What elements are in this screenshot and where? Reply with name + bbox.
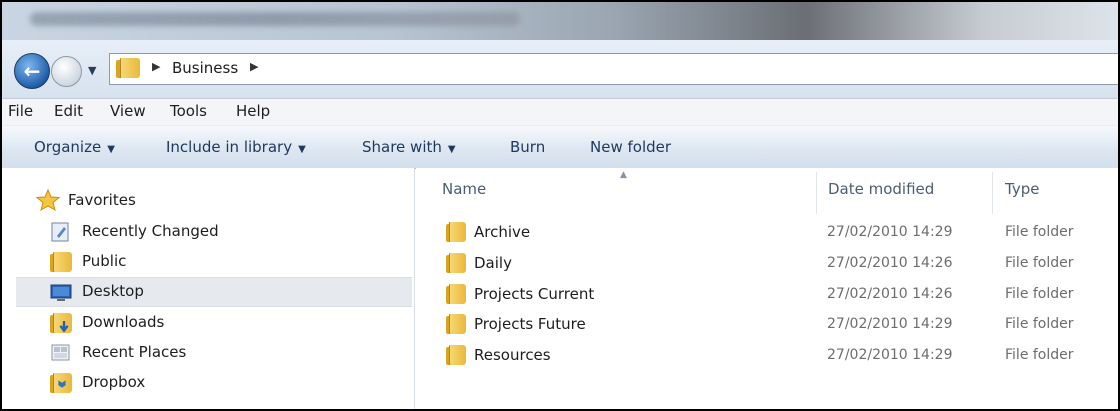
chevron-down-icon: ▼ xyxy=(298,144,306,155)
include-in-library-button[interactable]: Include in library ▼ xyxy=(166,138,306,156)
blurred-window-title xyxy=(30,12,520,26)
breadcrumb-separator-icon[interactable]: ▶ xyxy=(152,60,160,73)
organize-label: Organize xyxy=(34,138,102,156)
file-row[interactable]: Daily 27/02/2010 14:26 File folder xyxy=(416,249,1118,279)
menu-view[interactable]: View xyxy=(110,102,146,120)
back-arrow-icon: ← xyxy=(23,59,41,83)
file-row[interactable]: Archive 27/02/2010 14:29 File folder xyxy=(416,218,1118,248)
nav-item-label: Downloads xyxy=(82,313,165,331)
file-date: 27/02/2010 14:29 xyxy=(827,347,953,363)
forward-button[interactable] xyxy=(51,56,82,87)
favorites-label: Favorites xyxy=(68,191,136,209)
folder-icon xyxy=(446,345,466,365)
folder-icon xyxy=(446,222,466,242)
desktop-icon xyxy=(50,284,72,301)
nav-item-label: Desktop xyxy=(82,282,144,300)
menu-bar: File Edit View Tools Help xyxy=(2,98,1118,125)
file-type: File folder xyxy=(1005,255,1074,271)
file-date: 27/02/2010 14:29 xyxy=(827,224,953,240)
file-type: File folder xyxy=(1005,316,1074,332)
file-name: Archive xyxy=(474,223,531,241)
file-name: Daily xyxy=(474,254,512,272)
file-row[interactable]: Projects Current 27/02/2010 14:26 File f… xyxy=(416,280,1118,310)
nav-item-label: Recently Changed xyxy=(82,222,219,240)
folder-icon xyxy=(446,284,466,304)
back-button[interactable]: ← xyxy=(14,53,50,89)
recent-pages-dropdown[interactable]: ▼ xyxy=(88,64,96,77)
star-icon xyxy=(36,189,60,211)
breadcrumb-separator-icon[interactable]: ▶ xyxy=(250,60,258,73)
folder-icon xyxy=(116,58,140,78)
dropbox-folder-icon xyxy=(50,373,72,393)
nav-item-label: Recent Places xyxy=(82,343,187,361)
menu-edit[interactable]: Edit xyxy=(54,102,83,120)
file-name: Projects Future xyxy=(474,315,586,333)
column-header-type[interactable]: Type xyxy=(1005,180,1039,198)
nav-item-recent-places[interactable]: Recent Places xyxy=(50,339,412,367)
navigation-pane: Favorites Recently Changed Public Deskto… xyxy=(2,168,415,409)
file-date: 27/02/2010 14:26 xyxy=(827,255,953,271)
nav-item-recently-changed[interactable]: Recently Changed xyxy=(50,218,412,246)
downloads-icon xyxy=(50,313,72,333)
command-bar: Organize ▼ Include in library ▼ Share with… xyxy=(2,125,1118,169)
file-name: Resources xyxy=(474,346,551,364)
sort-ascending-icon: ▲ xyxy=(620,170,627,180)
share-with-label: Share with xyxy=(362,138,442,156)
new-folder-button[interactable]: New folder xyxy=(590,138,671,156)
menu-tools[interactable]: Tools xyxy=(170,102,207,120)
nav-item-label: Public xyxy=(82,252,127,270)
nav-item-dropbox[interactable]: Dropbox xyxy=(50,369,412,397)
recent-places-icon xyxy=(51,344,70,361)
folder-icon xyxy=(446,314,466,334)
menu-help[interactable]: Help xyxy=(236,102,270,120)
chevron-down-icon: ▼ xyxy=(107,144,115,155)
folder-icon xyxy=(50,252,72,272)
breadcrumb-business[interactable]: Business xyxy=(172,59,238,77)
file-row[interactable]: Resources 27/02/2010 14:29 File folder xyxy=(416,341,1118,371)
organize-button[interactable]: Organize ▼ xyxy=(34,138,115,156)
title-bar xyxy=(2,2,1118,40)
file-date: 27/02/2010 14:29 xyxy=(827,316,953,332)
file-name: Projects Current xyxy=(474,285,595,303)
nav-item-desktop[interactable]: Desktop xyxy=(16,277,412,307)
share-with-button[interactable]: Share with ▼ xyxy=(362,138,456,156)
explorer-window: ← ▼ ▶ Business ▶ File Edit View Tools He… xyxy=(0,0,1120,411)
column-divider[interactable] xyxy=(816,172,817,214)
file-list: ▲ Name Date modified Type Archive 27/02/… xyxy=(416,168,1118,409)
burn-button[interactable]: Burn xyxy=(510,138,545,156)
folder-icon xyxy=(446,253,466,273)
menu-file[interactable]: File xyxy=(8,102,33,120)
nav-item-label: Dropbox xyxy=(82,373,146,391)
nav-item-public[interactable]: Public xyxy=(50,248,412,276)
chevron-down-icon: ▼ xyxy=(447,144,456,155)
file-type: File folder xyxy=(1005,286,1074,302)
recently-changed-icon xyxy=(51,222,69,242)
include-in-library-label: Include in library xyxy=(166,138,293,156)
file-row[interactable]: Projects Future 27/02/2010 14:29 File fo… xyxy=(416,310,1118,340)
nav-item-downloads[interactable]: Downloads xyxy=(50,309,412,337)
file-type: File folder xyxy=(1005,347,1074,363)
column-header-date-modified[interactable]: Date modified xyxy=(828,180,934,198)
column-divider[interactable] xyxy=(992,172,993,214)
file-date: 27/02/2010 14:26 xyxy=(827,286,953,302)
column-header-name[interactable]: Name xyxy=(442,180,486,198)
file-type: File folder xyxy=(1005,224,1074,240)
address-bar[interactable]: ▶ Business ▶ xyxy=(109,53,1118,85)
